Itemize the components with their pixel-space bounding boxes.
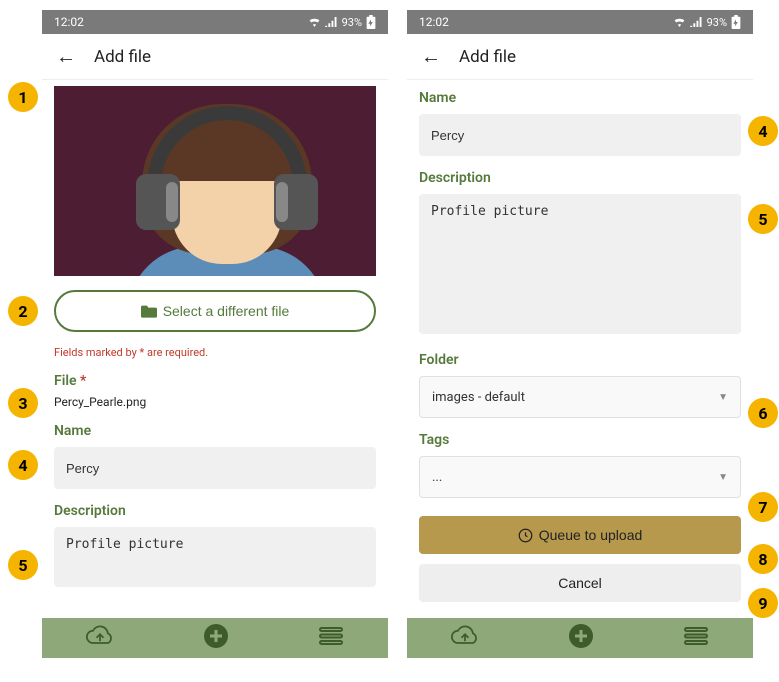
file-field-label: File *	[54, 373, 376, 389]
page-title: Add file	[94, 47, 151, 67]
battery-text: 93%	[707, 16, 727, 29]
cancel-button[interactable]: Cancel	[419, 564, 741, 602]
name-field-label: Name	[54, 423, 376, 439]
bottom-nav	[407, 618, 753, 658]
nav-upload-icon[interactable]	[451, 625, 479, 651]
folder-icon	[141, 304, 157, 318]
select-file-label: Select a different file	[163, 303, 290, 319]
back-icon[interactable]: ←	[56, 44, 76, 69]
description-textarea[interactable]	[419, 194, 741, 334]
phone-screen-right: 12:02 93% ← Add file Name Description Fo…	[407, 10, 753, 658]
content-left: Select a different file Fields marked by…	[42, 80, 388, 618]
callout-badge: 2	[8, 296, 38, 326]
app-bar: ← Add file	[42, 34, 388, 80]
tags-select[interactable]: ... ▼	[419, 456, 741, 498]
callout-badge: 9	[748, 588, 778, 618]
description-field-label: Description	[419, 170, 741, 186]
battery-icon	[366, 15, 376, 29]
folder-select-value: images - default	[432, 390, 525, 405]
callout-badge: 4	[8, 450, 38, 480]
status-bar: 12:02 93%	[407, 10, 753, 34]
wifi-icon	[673, 17, 686, 27]
back-icon[interactable]: ←	[421, 44, 441, 69]
chevron-down-icon: ▼	[718, 392, 728, 403]
required-fields-note: Fields marked by * are required.	[54, 346, 376, 359]
file-preview-image	[54, 86, 376, 276]
page-title: Add file	[459, 47, 516, 67]
phone-screen-left: 12:02 93% ← Add file Select a different …	[42, 10, 388, 658]
callout-badge: 3	[8, 388, 38, 418]
callout-badge: 7	[748, 492, 778, 522]
signal-icon	[690, 17, 703, 27]
chevron-down-icon: ▼	[718, 472, 728, 483]
nav-upload-icon[interactable]	[86, 625, 114, 651]
file-field-value: Percy_Pearle.png	[54, 395, 376, 409]
callout-badge: 5	[8, 550, 38, 580]
queue-upload-button[interactable]: Queue to upload	[419, 516, 741, 554]
nav-menu-icon[interactable]	[683, 626, 709, 650]
folder-select[interactable]: images - default ▼	[419, 376, 741, 418]
nav-add-icon[interactable]	[203, 623, 229, 653]
app-bar: ← Add file	[407, 34, 753, 80]
bottom-nav	[42, 618, 388, 658]
battery-text: 93%	[342, 16, 362, 29]
signal-icon	[325, 17, 338, 27]
nav-add-icon[interactable]	[568, 623, 594, 653]
callout-badge: 4	[748, 116, 778, 146]
status-time: 12:02	[54, 15, 84, 29]
name-input[interactable]	[54, 447, 376, 489]
name-field-label: Name	[419, 90, 741, 106]
nav-menu-icon[interactable]	[318, 626, 344, 650]
clock-icon	[518, 528, 533, 543]
name-input[interactable]	[419, 114, 741, 156]
status-time: 12:02	[419, 15, 449, 29]
status-bar: 12:02 93%	[42, 10, 388, 34]
callout-badge: 6	[748, 398, 778, 428]
status-icons: 93%	[308, 15, 376, 29]
description-textarea[interactable]	[54, 527, 376, 587]
status-icons: 93%	[673, 15, 741, 29]
wifi-icon	[308, 17, 321, 27]
tags-select-value: ...	[432, 470, 442, 485]
callout-badge: 1	[8, 82, 38, 112]
callout-badge: 5	[748, 204, 778, 234]
callout-badge: 8	[748, 544, 778, 574]
select-different-file-button[interactable]: Select a different file	[54, 290, 376, 332]
content-right: Name Description Folder images - default…	[407, 80, 753, 618]
description-field-label: Description	[54, 503, 376, 519]
tags-field-label: Tags	[419, 432, 741, 448]
folder-field-label: Folder	[419, 352, 741, 368]
queue-upload-label: Queue to upload	[539, 527, 643, 543]
battery-icon	[731, 15, 741, 29]
